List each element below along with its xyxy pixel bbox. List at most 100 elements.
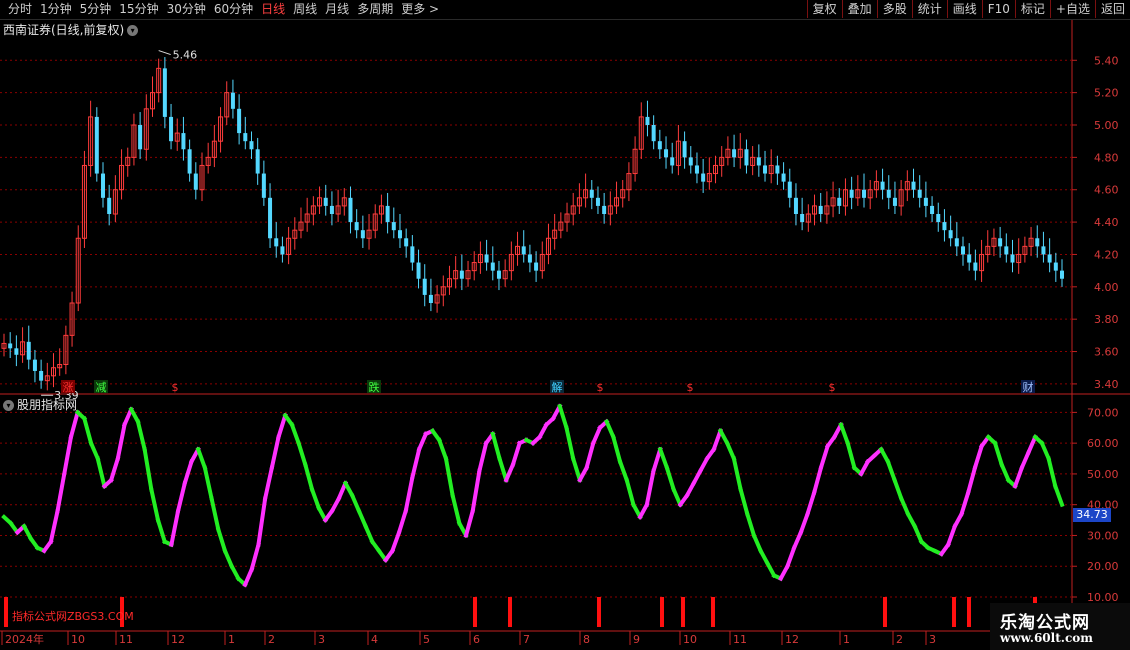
- indicator-segment: [557, 403, 569, 431]
- candle-body: [385, 205, 390, 223]
- signal-bar: [967, 597, 971, 627]
- indicator-segment: [269, 434, 281, 471]
- indicator-segment: [450, 493, 462, 526]
- candle-body: [664, 149, 669, 158]
- candle-body: [94, 116, 99, 174]
- date-label: 3: [929, 633, 936, 646]
- candle-body: [428, 294, 433, 303]
- indicator-segment: [356, 508, 369, 529]
- indicator-segment: [972, 443, 985, 471]
- candle-body: [39, 370, 44, 381]
- candle-body: [701, 173, 706, 182]
- candle-body: [1041, 246, 1046, 255]
- indicator-segment: [590, 425, 603, 446]
- indicator-segment: [965, 465, 978, 495]
- candle-body: [422, 278, 427, 295]
- indicator-segment: [791, 529, 804, 551]
- candle-body: [268, 197, 273, 239]
- candle-body: [1053, 262, 1058, 271]
- chevron-down-icon[interactable]: ▾: [3, 400, 14, 411]
- candle-body: [280, 246, 285, 255]
- candle-body: [886, 189, 891, 198]
- indicator-segment: [604, 418, 616, 440]
- candle-body: [1047, 254, 1052, 263]
- candle-body: [496, 270, 501, 279]
- indicator-segment: [215, 526, 228, 554]
- indicator-segment: [818, 443, 831, 471]
- indicator-segment: [898, 495, 911, 517]
- date-label: 2: [268, 633, 275, 646]
- candle-body: [261, 173, 266, 198]
- candle-body: [732, 149, 737, 158]
- price-tick-label: 4.40: [1094, 216, 1119, 229]
- indicator-segment: [169, 508, 181, 548]
- candle-body: [775, 165, 780, 174]
- indicator-segment: [838, 422, 851, 446]
- indicator-segment: [584, 440, 596, 471]
- indicator-segment: [637, 501, 650, 520]
- indicator-segment: [1039, 440, 1052, 462]
- indicator-segment: [88, 440, 101, 462]
- date-label: 10: [683, 633, 697, 646]
- indicator-last-value: 34.73: [1073, 508, 1111, 522]
- main-panel-title: 西南证券(日线,前复权) ▾: [3, 21, 139, 38]
- candle-body: [1004, 246, 1009, 255]
- indicator-segment: [302, 462, 315, 492]
- candle-body: [688, 157, 693, 166]
- candle-body: [1010, 254, 1015, 263]
- candle-body: [459, 270, 464, 279]
- stock-chart[interactable]: 5.40 5.20 5.00 4.80 4.60 4.40 4.20 4.00 3.80 3.60…: [0, 0, 1130, 650]
- indicator-segment: [845, 440, 857, 471]
- indicator-segment: [463, 508, 476, 538]
- indicator-segment: [651, 446, 663, 474]
- signal-bar: [711, 597, 715, 627]
- date-label: 3: [318, 633, 325, 646]
- candle-body: [534, 262, 539, 271]
- indicator-segment: [142, 447, 154, 492]
- indicator-panel-title: ▾ 股朋指标网: [3, 396, 77, 413]
- candle-body: [490, 262, 495, 271]
- indicator-segment: [48, 508, 60, 544]
- indicator-segment: [724, 440, 737, 462]
- indicator-segment: [443, 456, 455, 498]
- signal-bar: [883, 597, 887, 627]
- candle-body: [961, 246, 966, 255]
- indicator-segment: [108, 456, 121, 483]
- candle-body: [329, 205, 334, 214]
- indicator-segment: [115, 422, 127, 461]
- candle-body: [744, 149, 749, 166]
- date-label: 2024年: [5, 632, 44, 646]
- event-marker: 涨: [63, 381, 74, 394]
- candle-body: [892, 197, 897, 206]
- candle-body: [967, 254, 972, 263]
- indicator-segment: [61, 434, 74, 477]
- site-mark: 指标公式网ZBGS3.COM: [12, 610, 134, 623]
- candle-body: [404, 238, 409, 247]
- date-label: 5: [423, 633, 430, 646]
- indicator-segment: [617, 459, 630, 483]
- date-label: 6: [473, 633, 480, 646]
- indicator-segment: [490, 431, 502, 461]
- indicator-segment: [670, 486, 683, 508]
- candle-body: [756, 157, 761, 166]
- chevron-down-icon[interactable]: ▾: [127, 25, 139, 36]
- date-label: 12: [171, 633, 185, 646]
- indicator-tick-label: 70.00: [1087, 406, 1119, 419]
- candle-body: [998, 238, 1003, 247]
- indicator-segment: [805, 489, 817, 517]
- watermark: 乐淘公式网 www.60lt.com: [990, 603, 1130, 650]
- candle-body: [187, 149, 192, 174]
- event-marker: $: [172, 381, 179, 394]
- candle-body: [181, 133, 186, 150]
- indicator-segment: [738, 486, 750, 517]
- price-tick-label: 5.00: [1094, 119, 1119, 132]
- date-label: 11: [119, 633, 133, 646]
- signal-bar: [473, 597, 477, 627]
- indicator-segment: [952, 511, 965, 529]
- candle-body: [942, 222, 947, 231]
- candle-body: [793, 197, 798, 214]
- indicator-segment: [644, 468, 656, 508]
- indicator-segment: [697, 455, 710, 474]
- indicator-segment: [959, 489, 971, 517]
- indicator-segment: [249, 542, 261, 572]
